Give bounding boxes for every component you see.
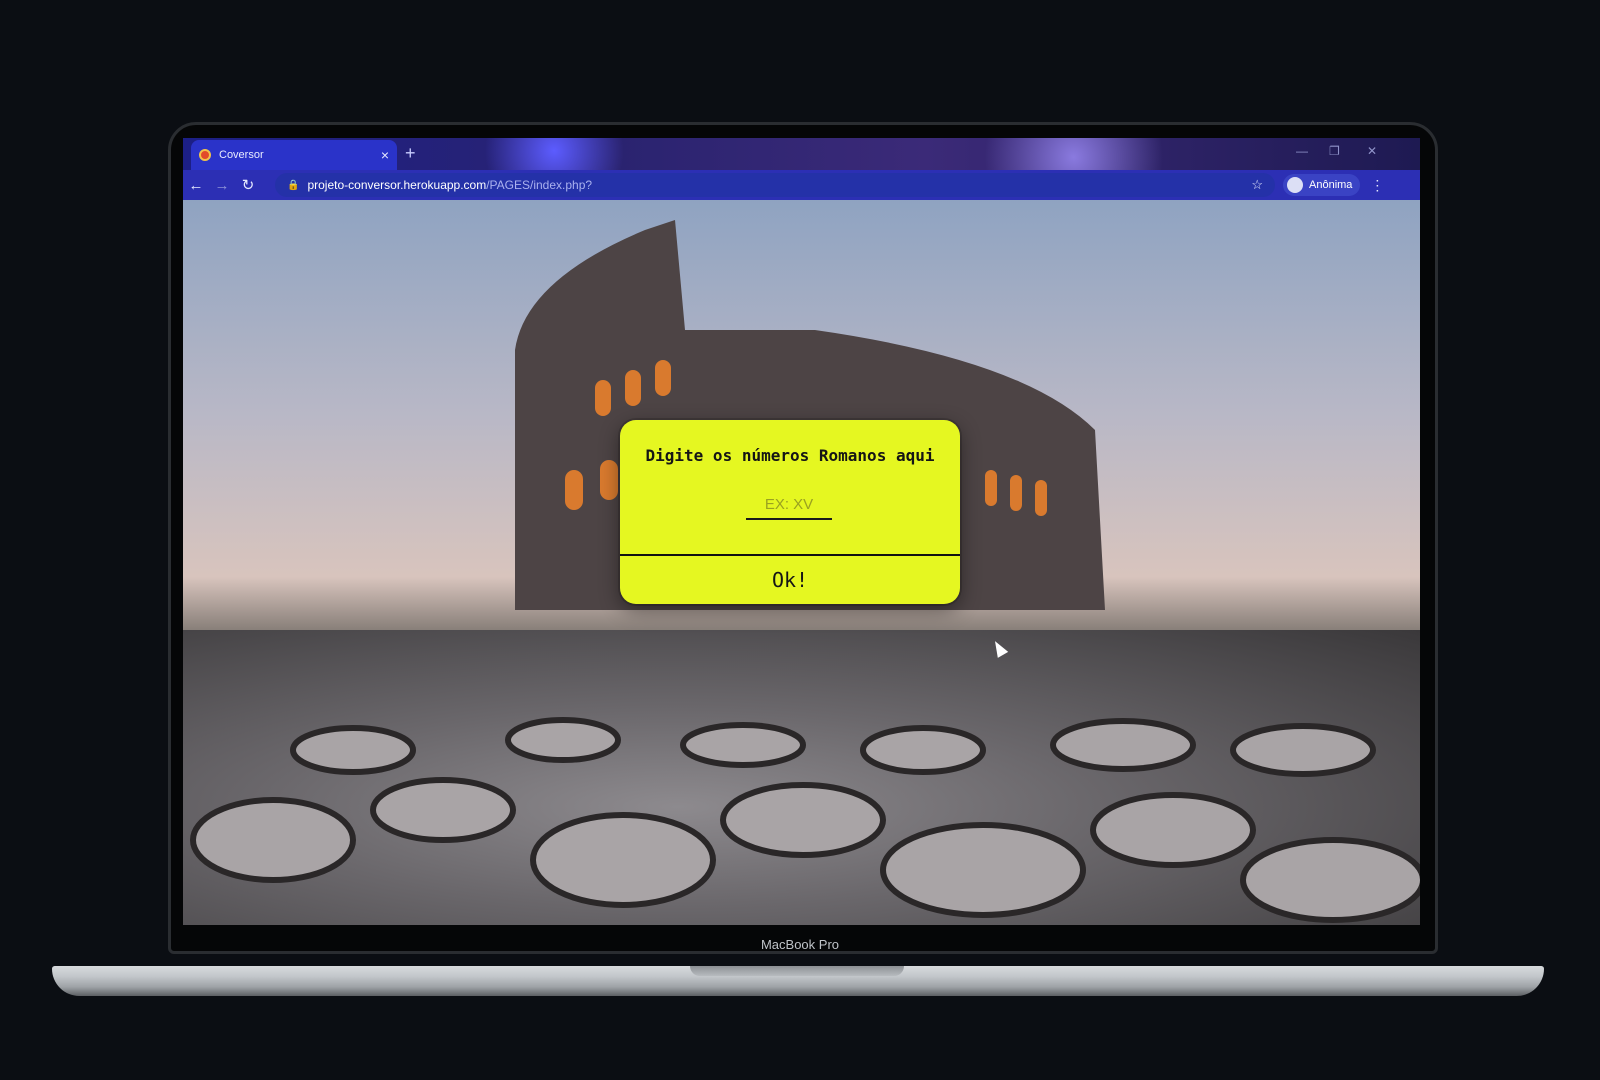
profile-button[interactable]: Anônima — [1283, 174, 1361, 196]
lock-icon: 🔒 — [287, 179, 300, 191]
tab-close-icon[interactable]: × — [381, 147, 389, 163]
roman-numeral-input[interactable] — [746, 490, 832, 520]
reload-icon[interactable]: ↻ — [235, 176, 261, 194]
browser-tab[interactable]: Coversor × — [191, 140, 397, 170]
tab-title: Coversor — [219, 149, 264, 161]
incognito-avatar-icon — [1287, 177, 1303, 193]
browser-toolbar: ← → ↻ 🔒 projeto-conversor.herokuapp.com … — [183, 170, 1420, 200]
roman-numeral-dialog: Digite os números Romanos aqui Ok! — [620, 420, 960, 604]
profile-label: Anônima — [1309, 179, 1353, 191]
restore-icon[interactable]: ❐ — [1329, 144, 1340, 158]
tab-bar: Coversor × + — ❐ ✕ — [183, 138, 1420, 170]
page-viewport: Digite os números Romanos aqui Ok! — [183, 200, 1420, 925]
dialog-title: Digite os números Romanos aqui — [645, 446, 935, 465]
kebab-menu-icon[interactable]: ⋮ — [1370, 177, 1384, 194]
cobblestones-image — [190, 717, 1420, 923]
ok-button[interactable]: Ok! — [620, 556, 960, 604]
new-tab-icon[interactable]: + — [405, 143, 416, 164]
url-host: projeto-conversor.herokuapp.com — [307, 178, 487, 192]
minimize-icon[interactable]: — — [1296, 144, 1308, 158]
address-bar[interactable]: 🔒 projeto-conversor.herokuapp.com /PAGES… — [275, 173, 1275, 197]
url-path: /PAGES/index.php? — [486, 178, 593, 192]
device-label: MacBook Pro — [760, 937, 840, 952]
star-icon[interactable]: ☆ — [1251, 177, 1263, 193]
window-close-icon[interactable]: ✕ — [1367, 144, 1377, 158]
laptop-opening-notch — [690, 966, 904, 976]
back-arrow-icon[interactable]: ← — [183, 177, 209, 194]
forward-arrow-icon[interactable]: → — [209, 177, 235, 194]
screen: Coversor × + — ❐ ✕ ← → ↻ 🔒 projeto-conve… — [183, 138, 1420, 925]
site-favicon-icon — [199, 149, 211, 161]
